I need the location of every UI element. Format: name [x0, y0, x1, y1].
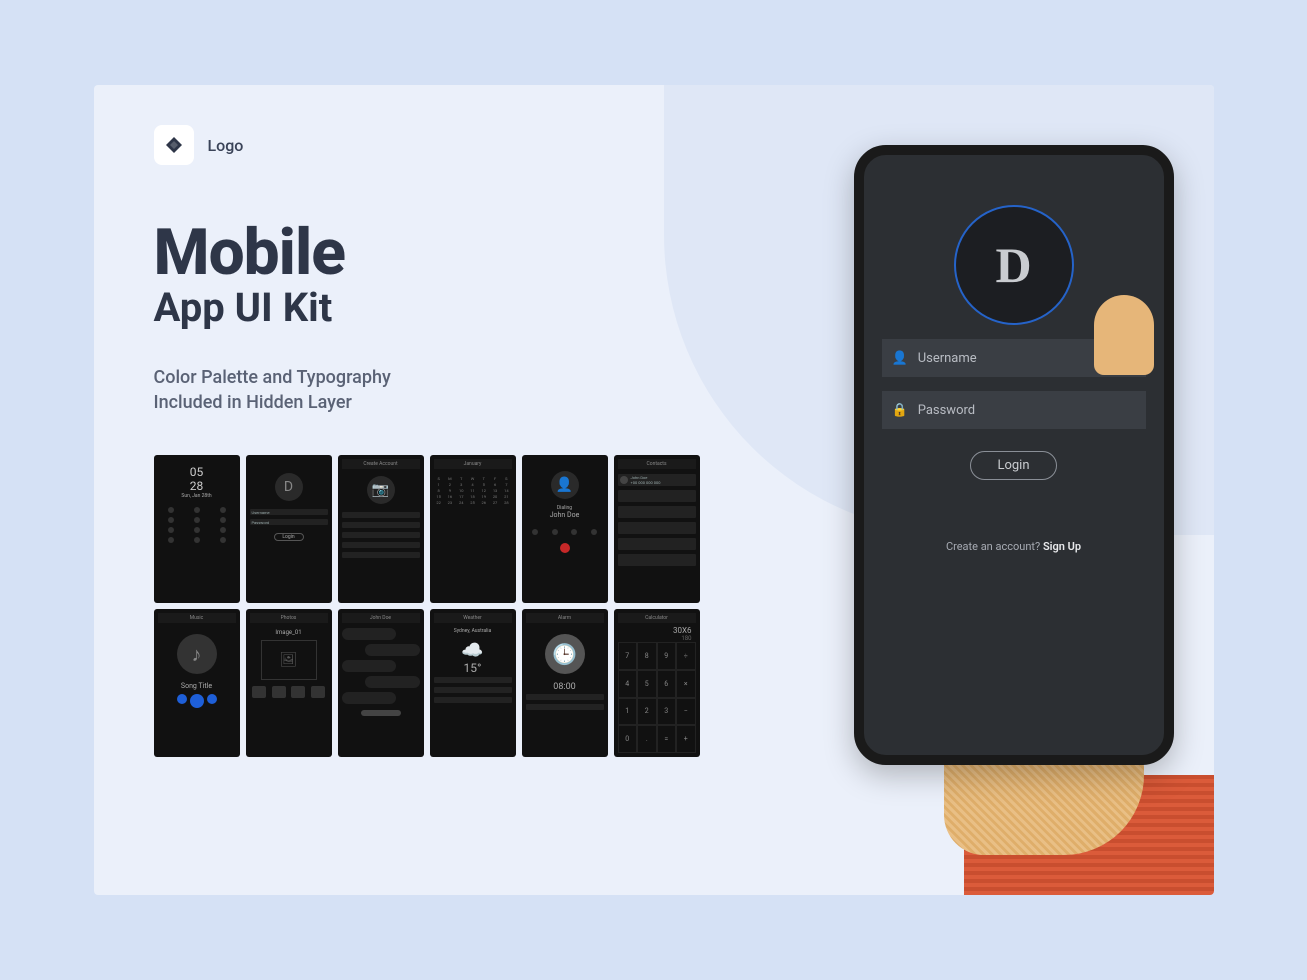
- phone-mockup: D 👤 Username 🔒 Password Login Create an …: [794, 145, 1174, 865]
- screens-grid: 05 28 Sun, Jan 28th D Username Password …: [154, 455, 700, 757]
- username-placeholder: Username: [918, 351, 977, 366]
- user-icon: 👤: [892, 351, 908, 366]
- mini-dialing[interactable]: 👤 Dialing John Doe: [522, 455, 608, 603]
- mini-alarm[interactable]: Alarm 🕒 08:00: [522, 609, 608, 757]
- lock-icon: 🔒: [892, 403, 908, 418]
- brand-row: Logo: [154, 125, 244, 165]
- hand-thumb: [1094, 295, 1154, 375]
- mini-music[interactable]: Music ♪ Song Title: [154, 609, 240, 757]
- mini-create-account[interactable]: Create Account 📷: [338, 455, 424, 603]
- subtitle: Color Palette and Typography Included in…: [154, 365, 391, 415]
- logo-icon: [154, 125, 194, 165]
- signup-link[interactable]: Sign Up: [1043, 540, 1081, 553]
- headline-line2: App UI Kit: [154, 284, 345, 331]
- mini-photos[interactable]: Photos Image_01 🖼: [246, 609, 332, 757]
- mini-calculator[interactable]: Calculator 30X6 180 789÷ 456× 123− 0.=+: [614, 609, 700, 757]
- mini-calendar[interactable]: January SMTWTFS 1234567 891011121314 151…: [430, 455, 516, 603]
- mini-login[interactable]: D Username Password Login: [246, 455, 332, 603]
- mini-chat[interactable]: John Doe: [338, 609, 424, 757]
- subtitle-line2: Included in Hidden Layer: [154, 390, 391, 415]
- brand-name: Logo: [208, 136, 244, 155]
- headline-line1: Mobile: [154, 215, 345, 290]
- password-field[interactable]: 🔒 Password: [882, 391, 1146, 429]
- signup-prompt: Create an account?: [946, 540, 1040, 553]
- mini-weather[interactable]: Weather Sydney, Australia ☁️ 15°: [430, 609, 516, 757]
- subtitle-line1: Color Palette and Typography: [154, 365, 391, 390]
- headline: Mobile App UI Kit: [154, 215, 345, 331]
- login-button[interactable]: Login: [970, 451, 1056, 480]
- signup-row: Create an account? Sign Up: [946, 540, 1081, 553]
- app-logo-icon: D: [954, 205, 1074, 325]
- promo-canvas: Logo Mobile App UI Kit Color Palette and…: [94, 85, 1214, 895]
- password-placeholder: Password: [918, 403, 975, 418]
- mini-contacts[interactable]: Contacts John Doe+00 000 000 000: [614, 455, 700, 603]
- mini-lockscreen[interactable]: 05 28 Sun, Jan 28th: [154, 455, 240, 603]
- phone-frame: D 👤 Username 🔒 Password Login Create an …: [854, 145, 1174, 765]
